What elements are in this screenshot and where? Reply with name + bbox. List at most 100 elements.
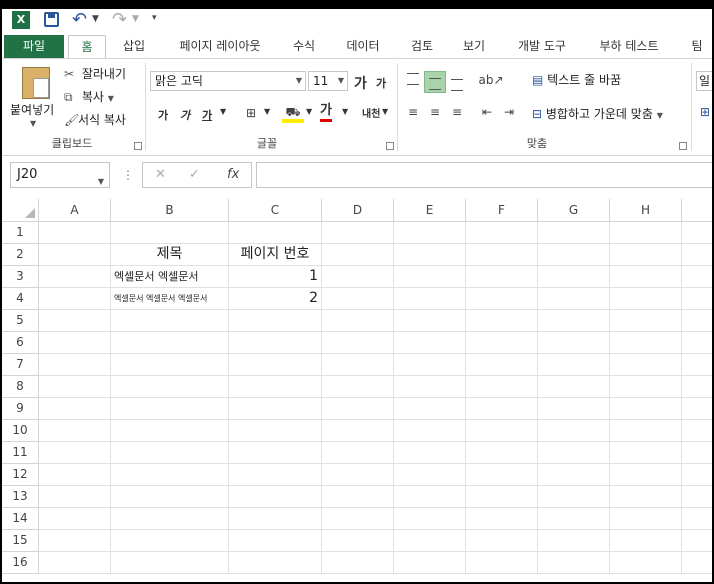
grid-cell[interactable] bbox=[682, 332, 712, 354]
grid-cell[interactable] bbox=[111, 398, 229, 420]
border-icon[interactable]: ⊞ bbox=[240, 102, 262, 124]
grid-cell[interactable] bbox=[682, 310, 712, 332]
font-launcher-icon[interactable] bbox=[386, 142, 394, 150]
align-top-icon[interactable] bbox=[402, 67, 424, 89]
undo-dropdown-icon[interactable]: ▼ bbox=[92, 14, 99, 24]
grid-cell[interactable] bbox=[610, 442, 682, 464]
grid-cell[interactable] bbox=[322, 244, 394, 266]
grid-cell[interactable] bbox=[466, 530, 538, 552]
grid-cell[interactable] bbox=[394, 354, 466, 376]
grid-cell[interactable] bbox=[394, 310, 466, 332]
row-header[interactable]: 6 bbox=[2, 332, 39, 354]
grow-font-button[interactable]: 가 bbox=[354, 73, 367, 93]
select-all-button[interactable] bbox=[2, 199, 39, 222]
phonetic-button[interactable]: 내천 bbox=[362, 105, 380, 120]
grid-cell[interactable] bbox=[466, 508, 538, 530]
grid-cell[interactable] bbox=[111, 420, 229, 442]
grid-cell[interactable] bbox=[466, 354, 538, 376]
clipboard-launcher-icon[interactable] bbox=[134, 142, 142, 150]
align-bottom-icon[interactable] bbox=[446, 73, 468, 95]
grid-cell[interactable] bbox=[682, 420, 712, 442]
row-header[interactable]: 1 bbox=[2, 222, 39, 244]
grid-cell[interactable] bbox=[538, 420, 610, 442]
grid-cell[interactable] bbox=[322, 288, 394, 310]
grid-cell[interactable] bbox=[39, 442, 111, 464]
grid-cell[interactable] bbox=[322, 552, 394, 574]
fill-dropdown-icon[interactable]: ▼ bbox=[306, 107, 312, 116]
column-header-d[interactable]: D bbox=[322, 199, 394, 222]
paste-icon[interactable] bbox=[22, 67, 50, 99]
tab-load-test[interactable]: 부하 테스트 bbox=[590, 35, 668, 59]
font-color-dropdown-icon[interactable]: ▼ bbox=[342, 107, 348, 116]
redo-icon[interactable]: ↷ bbox=[112, 9, 127, 30]
column-header-partial[interactable] bbox=[682, 199, 712, 222]
cell-b4[interactable]: 엑셀문서 엑셀문서 엑셀문서 bbox=[111, 288, 229, 310]
redo-dropdown-icon[interactable]: ▼ bbox=[132, 14, 139, 24]
paste-button[interactable]: 붙여넣기 bbox=[10, 101, 54, 118]
grid-cell[interactable] bbox=[538, 266, 610, 288]
grid-cell[interactable] bbox=[538, 376, 610, 398]
grid-cell[interactable] bbox=[111, 508, 229, 530]
grid-cell[interactable] bbox=[610, 266, 682, 288]
phonetic-dropdown-icon[interactable]: ▼ bbox=[382, 107, 388, 116]
grid-cell[interactable] bbox=[322, 398, 394, 420]
border-dropdown-icon[interactable]: ▼ bbox=[264, 107, 270, 116]
more-icon[interactable]: ⋮ bbox=[122, 168, 134, 182]
row-header[interactable]: 3 bbox=[2, 266, 39, 288]
grid-cell[interactable] bbox=[322, 464, 394, 486]
grid-cell[interactable] bbox=[682, 376, 712, 398]
align-middle-icon[interactable] bbox=[424, 71, 446, 93]
row-header[interactable]: 13 bbox=[2, 486, 39, 508]
grid-cell[interactable] bbox=[394, 244, 466, 266]
paste-dropdown-icon[interactable]: ▼ bbox=[30, 119, 36, 128]
customize-qat-icon[interactable]: ▾ bbox=[152, 13, 157, 23]
grid-cell[interactable] bbox=[229, 552, 322, 574]
grid-cell[interactable] bbox=[610, 332, 682, 354]
grid-cell[interactable] bbox=[39, 266, 111, 288]
grid-cell[interactable] bbox=[538, 486, 610, 508]
grid-cell[interactable] bbox=[39, 376, 111, 398]
row-header[interactable]: 9 bbox=[2, 398, 39, 420]
grid-cell[interactable] bbox=[394, 288, 466, 310]
grid-cell[interactable] bbox=[229, 420, 322, 442]
grid-cell[interactable] bbox=[466, 376, 538, 398]
insert-function-icon[interactable]: fx bbox=[227, 167, 239, 182]
grid-cell[interactable] bbox=[466, 442, 538, 464]
grid-cell[interactable] bbox=[111, 222, 229, 244]
tab-formulas[interactable]: 수식 bbox=[284, 35, 324, 59]
grid-cell[interactable] bbox=[394, 222, 466, 244]
underline-dropdown-icon[interactable]: ▼ bbox=[220, 107, 226, 116]
grid-cell[interactable] bbox=[610, 508, 682, 530]
copy-dropdown-icon[interactable]: ▼ bbox=[108, 94, 114, 103]
grid-cell[interactable] bbox=[322, 486, 394, 508]
grid-cell[interactable] bbox=[111, 486, 229, 508]
grid-cell[interactable] bbox=[538, 398, 610, 420]
row-header[interactable]: 10 bbox=[2, 420, 39, 442]
grid-cell[interactable] bbox=[111, 552, 229, 574]
grid-cell[interactable] bbox=[394, 486, 466, 508]
grid-cell[interactable] bbox=[610, 398, 682, 420]
column-header-h[interactable]: H bbox=[610, 199, 682, 222]
grid-cell[interactable] bbox=[610, 552, 682, 574]
grid-cell[interactable] bbox=[610, 376, 682, 398]
grid-cell[interactable] bbox=[538, 354, 610, 376]
font-color-button[interactable]: 가 bbox=[320, 103, 332, 122]
grid-cell[interactable] bbox=[111, 354, 229, 376]
grid-cell[interactable] bbox=[466, 222, 538, 244]
grid-cell[interactable] bbox=[538, 244, 610, 266]
grid-cell[interactable] bbox=[610, 222, 682, 244]
grid-cell[interactable] bbox=[610, 288, 682, 310]
formula-input[interactable] bbox=[256, 162, 712, 188]
grid-cell[interactable] bbox=[538, 552, 610, 574]
grid-cell[interactable] bbox=[610, 464, 682, 486]
grid-cell[interactable] bbox=[394, 508, 466, 530]
grid-cell[interactable] bbox=[466, 464, 538, 486]
tab-team[interactable]: 팀 bbox=[682, 35, 712, 59]
grid-cell[interactable] bbox=[39, 486, 111, 508]
grid-cell[interactable] bbox=[322, 442, 394, 464]
tab-data[interactable]: 데이터 bbox=[338, 35, 388, 59]
cancel-icon[interactable]: ✕ bbox=[155, 167, 166, 182]
grid-cell[interactable] bbox=[682, 442, 712, 464]
italic-button[interactable]: 가 bbox=[180, 107, 190, 123]
merge-center-button[interactable]: ⊟ 병합하고 가운데 맞춤 ▼ bbox=[532, 105, 663, 122]
